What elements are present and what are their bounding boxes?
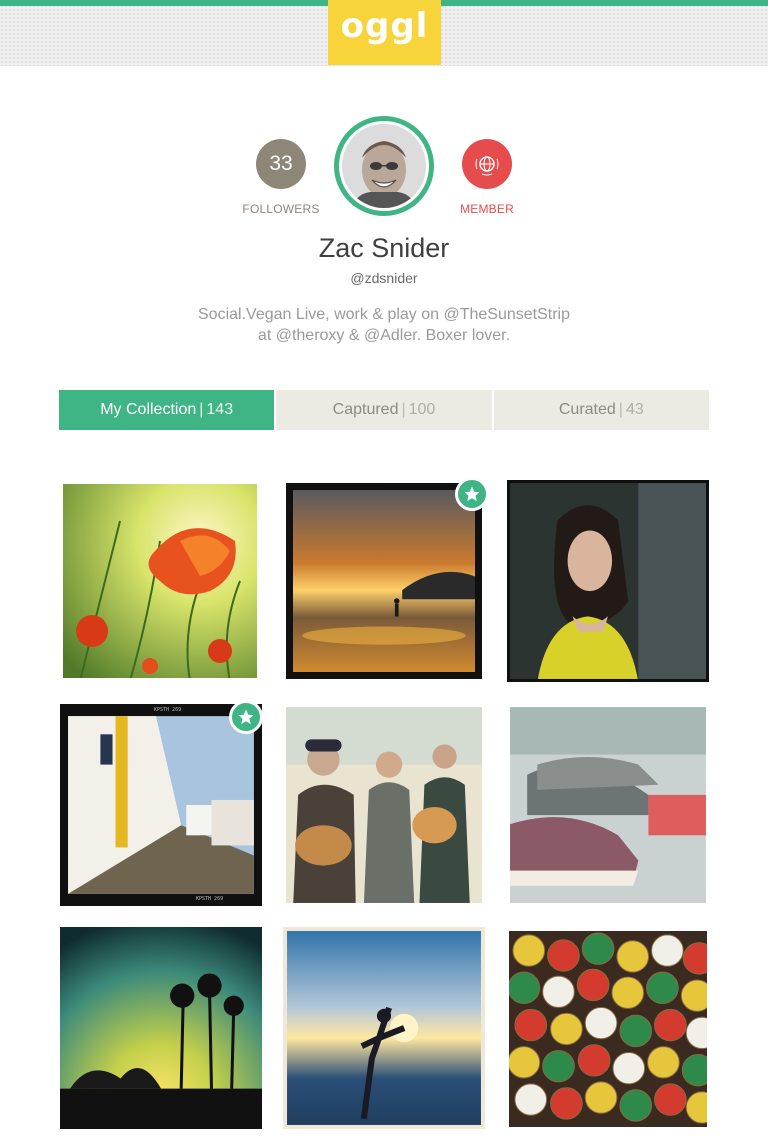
photo-tile-bottle-caps[interactable] <box>509 931 707 1127</box>
bio-line-1: Social.Vegan Live, work & play on @TheSu… <box>198 306 570 323</box>
tab-label: Curated <box>558 401 616 418</box>
starred-badge[interactable] <box>455 477 489 511</box>
avatar[interactable] <box>334 116 434 216</box>
photo-tile-poppy-flower[interactable] <box>60 481 260 681</box>
profile-bio: Social.Vegan Live, work & play on @TheSu… <box>0 304 768 346</box>
tab-curated[interactable]: Curated | 43 <box>493 390 709 430</box>
profile-name: Zac Snider <box>318 233 450 263</box>
followers-count-badge: 33 <box>256 139 306 189</box>
photo-tile-beach-jump[interactable] <box>283 927 485 1129</box>
oggl-logo[interactable]: oggl <box>328 0 441 65</box>
tab-my-collection[interactable]: My Collection | 143 <box>59 390 275 430</box>
top-header: oggl <box>0 0 768 66</box>
starred-badge[interactable] <box>229 700 263 734</box>
photo-tile-sneakers[interactable] <box>507 704 709 906</box>
logo-text: oggl <box>340 6 429 46</box>
tab-count: 100 <box>408 401 436 418</box>
followers-stat[interactable]: 33 FOLLOWERS <box>231 139 331 216</box>
profile-handle[interactable]: @zdsnider <box>0 270 768 286</box>
bio-line-2: at @theroxy & @Adler. Boxer lover. <box>257 327 511 344</box>
followers-label: FOLLOWERS <box>242 202 320 216</box>
globe-icon <box>475 156 499 176</box>
film-mark-top: KPSTH 269 <box>154 707 182 713</box>
tab-captured[interactable]: Captured | 100 <box>276 390 492 430</box>
tab-count: 43 <box>625 401 644 418</box>
member-label: MEMBER <box>460 202 514 216</box>
member-badge <box>462 139 512 189</box>
star-icon <box>238 709 254 725</box>
photo-tile-colonial-street[interactable]: KPSTH 269 KPSTH 269 <box>60 704 262 906</box>
film-mark-bottom: KPSTH 269 <box>196 896 224 902</box>
photo-tile-woman-portrait[interactable] <box>507 480 709 682</box>
star-icon <box>464 486 480 502</box>
avatar-photo <box>342 124 426 208</box>
photo-tile-beach-sunset[interactable] <box>286 483 482 679</box>
collection-tabs: My Collection | 143 Captured | 100 Curated | 4… <box>59 390 709 430</box>
tab-label: My Collection <box>100 401 197 418</box>
photo-tile-musicians-guitar[interactable] <box>283 704 485 906</box>
tab-label: Captured <box>332 401 399 418</box>
photo-tile-palm-sunset[interactable] <box>60 927 262 1129</box>
tab-count: 143 <box>206 401 234 418</box>
member-stat[interactable]: MEMBER <box>437 139 537 216</box>
